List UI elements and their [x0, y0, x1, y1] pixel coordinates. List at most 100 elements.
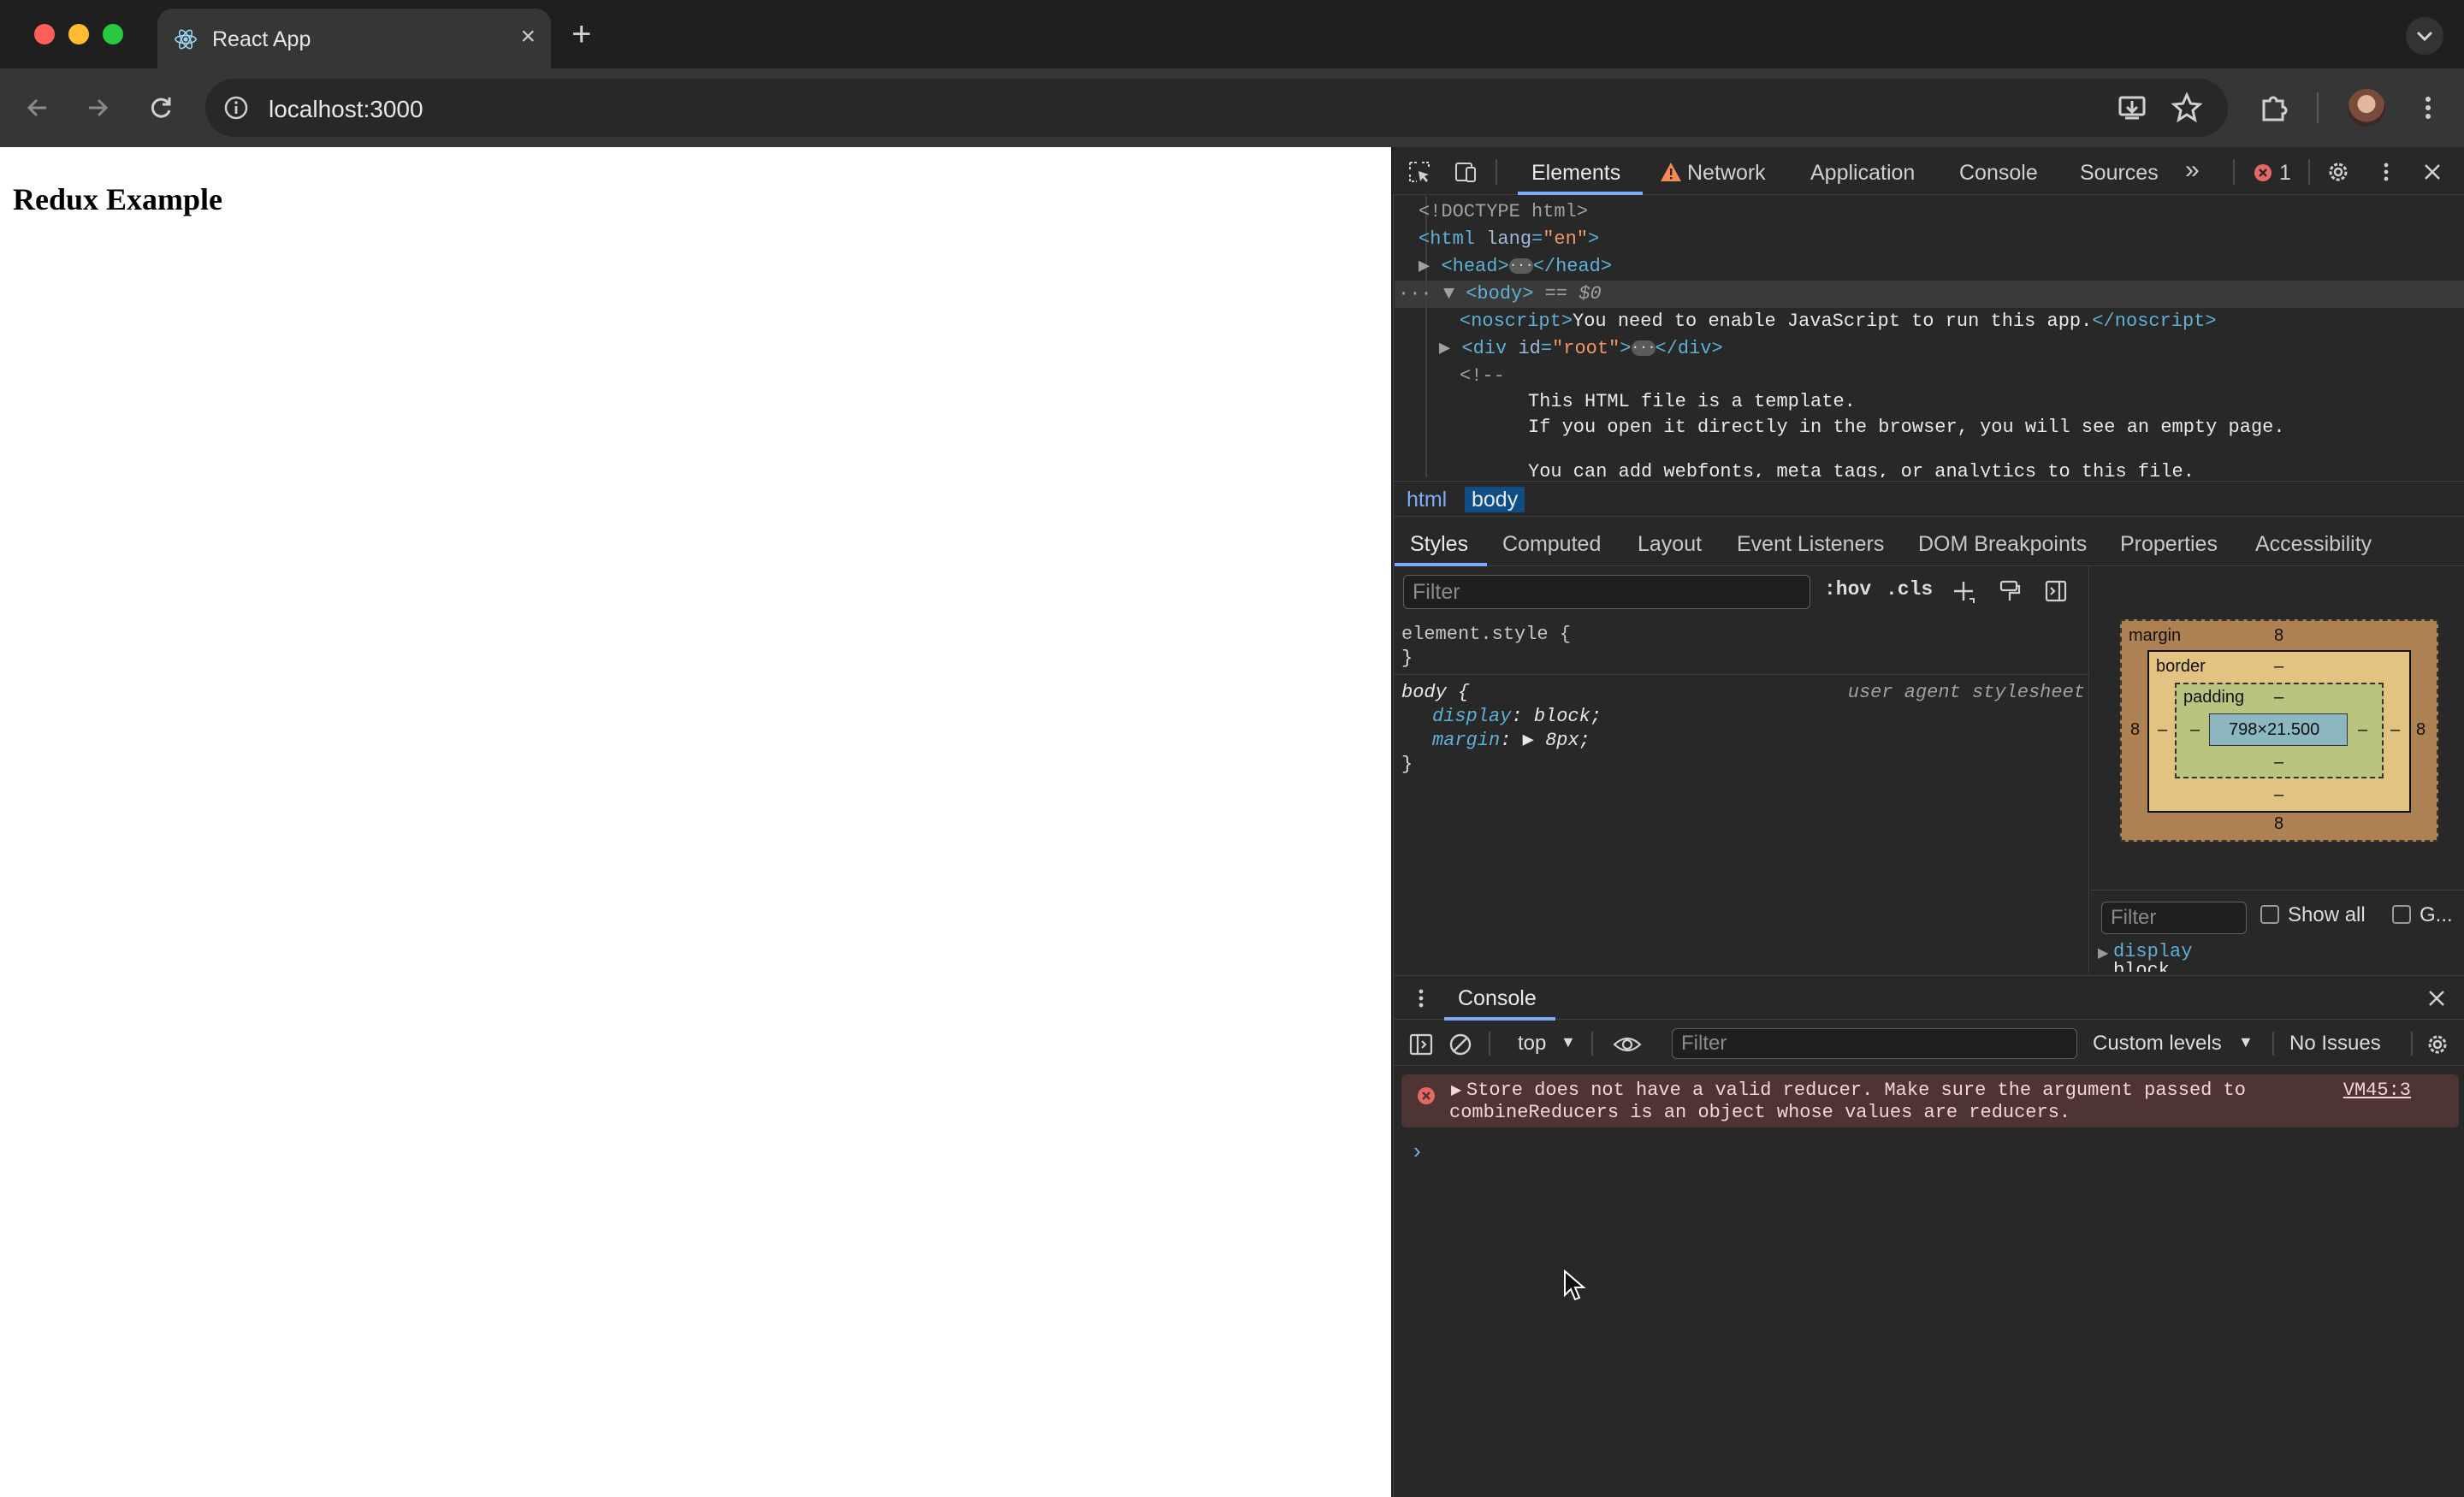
more-vertical-icon[interactable] — [2409, 89, 2447, 127]
dom-node-html[interactable]: <html lang="en"> — [1419, 226, 1599, 253]
close-window-button[interactable] — [34, 24, 55, 44]
error-source-link[interactable]: VM45:3 — [2343, 1080, 2411, 1101]
tab-dom-breakpoints[interactable]: DOM Breakpoints — [1918, 532, 2087, 557]
tab-properties[interactable]: Properties — [2120, 532, 2218, 557]
padding-top-value[interactable]: – — [2274, 688, 2283, 707]
live-expression-eye-icon[interactable] — [1612, 1032, 1643, 1057]
border-right-value[interactable]: – — [2390, 720, 2400, 740]
inspect-element-icon[interactable] — [1407, 159, 1432, 185]
console-prompt[interactable]: › — [1413, 1138, 1421, 1164]
chevron-down-icon — [2416, 31, 2433, 42]
display-declaration[interactable]: display: block; — [1432, 705, 1602, 729]
styles-filter-input[interactable]: Filter — [1403, 575, 1810, 609]
node-actions-icon[interactable]: ··· — [1398, 283, 1443, 305]
dom-node-comment[interactable]: <!-- — [1460, 363, 1505, 390]
tab-computed[interactable]: Computed — [1502, 532, 1601, 557]
tab-styles[interactable]: Styles — [1410, 532, 1468, 557]
more-tabs-icon[interactable]: » — [2185, 156, 2200, 185]
expand-arrow-icon[interactable]: ▶ — [1523, 730, 1545, 751]
paint-brush-icon[interactable] — [1997, 578, 2023, 604]
close-devtools-icon[interactable] — [2420, 159, 2445, 185]
padding-right-value[interactable]: – — [2358, 720, 2367, 740]
url-text[interactable]: localhost:3000 — [269, 96, 424, 123]
computed-filter-input[interactable]: Filter — [2101, 902, 2247, 934]
site-info-icon[interactable] — [222, 94, 250, 121]
console-drawer-tab[interactable]: Console — [1458, 986, 1537, 1011]
dom-node-root-div[interactable]: ▶ <div id="root">···</div> — [1439, 335, 1723, 363]
context-selector[interactable]: top — [1518, 1032, 1546, 1056]
more-vertical-icon[interactable] — [2373, 159, 2399, 185]
tab-search-button[interactable] — [2406, 17, 2443, 55]
margin-left-value[interactable]: 8 — [2130, 720, 2140, 740]
profile-avatar[interactable] — [2348, 89, 2385, 127]
back-button[interactable] — [19, 89, 56, 127]
install-app-icon[interactable] — [2113, 89, 2151, 127]
border-bottom-value[interactable]: – — [2274, 785, 2283, 805]
drawer-menu-icon[interactable] — [1410, 986, 1432, 1010]
expand-arrow-icon[interactable]: ▶ — [1419, 256, 1441, 277]
console-settings-gear-icon[interactable] — [2425, 1032, 2450, 1057]
error-count-icon[interactable] — [2254, 163, 2272, 182]
comment-text-line: If you open it directly in the browser, … — [1528, 417, 2285, 438]
settings-gear-icon[interactable] — [2325, 159, 2351, 185]
add-style-rule-icon[interactable] — [1951, 578, 1976, 604]
dropdown-arrow-icon[interactable]: ▼ — [2238, 1033, 2254, 1051]
class-toggle-button[interactable]: .cls — [1886, 578, 1933, 601]
dom-node-head[interactable]: ▶ <head>···</head> — [1419, 253, 1612, 281]
border-top-value[interactable]: – — [2274, 657, 2283, 677]
device-toolbar-icon[interactable] — [1453, 159, 1478, 185]
padding-bottom-value[interactable]: – — [2274, 753, 2283, 772]
tab-event-listeners[interactable]: Event Listeners — [1737, 532, 1884, 557]
group-checkbox[interactable] — [2392, 905, 2411, 924]
close-drawer-icon[interactable] — [2425, 986, 2449, 1010]
address-bar[interactable]: localhost:3000 — [205, 79, 2228, 137]
console-error-message[interactable]: ▶ Store does not have a valid reducer. M… — [1401, 1074, 2459, 1127]
margin-bottom-value[interactable]: 8 — [2274, 814, 2283, 834]
forward-button[interactable] — [79, 89, 116, 127]
breadcrumb-body[interactable]: body — [1465, 487, 1525, 512]
margin-right-value[interactable]: 8 — [2416, 720, 2426, 740]
reload-button[interactable] — [142, 89, 180, 127]
tab-console[interactable]: Console — [1959, 161, 2038, 186]
hover-state-button[interactable]: :hov — [1824, 578, 1871, 601]
dom-tree: <!DOCTYPE html> <html lang="en"> ▶ <head… — [1395, 197, 2464, 477]
extensions-puzzle-icon[interactable] — [2255, 89, 2293, 127]
dom-node-doctype[interactable]: <!DOCTYPE html> — [1419, 198, 1588, 226]
show-all-checkbox[interactable] — [2260, 905, 2279, 924]
console-filter-input[interactable]: Filter — [1672, 1028, 2077, 1059]
body-rule-selector[interactable]: body { — [1401, 681, 1469, 705]
expand-arrow-icon[interactable]: ▶ — [2098, 944, 2108, 962]
tab-sources[interactable]: Sources — [2080, 161, 2159, 186]
dom-node-body[interactable]: ··· ▼ <body> == $0 — [1398, 281, 1602, 308]
log-levels-dropdown[interactable]: Custom levels — [2093, 1032, 2222, 1056]
margin-top-value[interactable]: 8 — [2274, 626, 2283, 646]
margin-declaration[interactable]: margin: ▶ 8px; — [1432, 729, 1590, 753]
browser-tab-active[interactable]: React App × — [157, 9, 551, 68]
tab-layout[interactable]: Layout — [1638, 532, 1702, 557]
dropdown-arrow-icon[interactable]: ▼ — [1561, 1033, 1576, 1051]
minimize-window-button[interactable] — [68, 24, 89, 44]
tab-network[interactable]: Network — [1687, 161, 1766, 186]
border-left-value[interactable]: – — [2158, 720, 2167, 740]
toggle-sidebar-icon[interactable] — [2043, 578, 2069, 604]
element-style-rule[interactable]: element.style { — [1401, 623, 1571, 647]
clear-console-icon[interactable] — [1448, 1032, 1473, 1057]
padding-left-value[interactable]: – — [2190, 720, 2200, 740]
tab-accessibility[interactable]: Accessibility — [2255, 532, 2372, 557]
collapse-arrow-icon[interactable]: ▼ — [1443, 283, 1466, 305]
new-tab-button[interactable]: + — [572, 14, 591, 55]
box-model-content[interactable]: 798×21.500 — [2209, 713, 2348, 746]
error-count[interactable]: 1 — [2279, 161, 2291, 186]
ellipsis-icon[interactable]: ··· — [1508, 258, 1533, 275]
maximize-window-button[interactable] — [103, 24, 123, 44]
tab-close-icon[interactable]: × — [520, 24, 536, 50]
tab-elements[interactable]: Elements — [1531, 161, 1620, 186]
sidebar-toggle-icon[interactable] — [1408, 1032, 1434, 1057]
ellipsis-icon[interactable]: ··· — [1631, 340, 1656, 357]
breadcrumb-html[interactable]: html — [1400, 487, 1454, 512]
bookmark-star-icon[interactable] — [2168, 89, 2206, 127]
tab-application[interactable]: Application — [1810, 161, 1915, 186]
expand-arrow-icon[interactable]: ▶ — [1439, 338, 1461, 359]
issues-counter[interactable]: No Issues — [2289, 1032, 2381, 1056]
dom-node-noscript[interactable]: <noscript>You need to enable JavaScript … — [1460, 308, 2217, 335]
